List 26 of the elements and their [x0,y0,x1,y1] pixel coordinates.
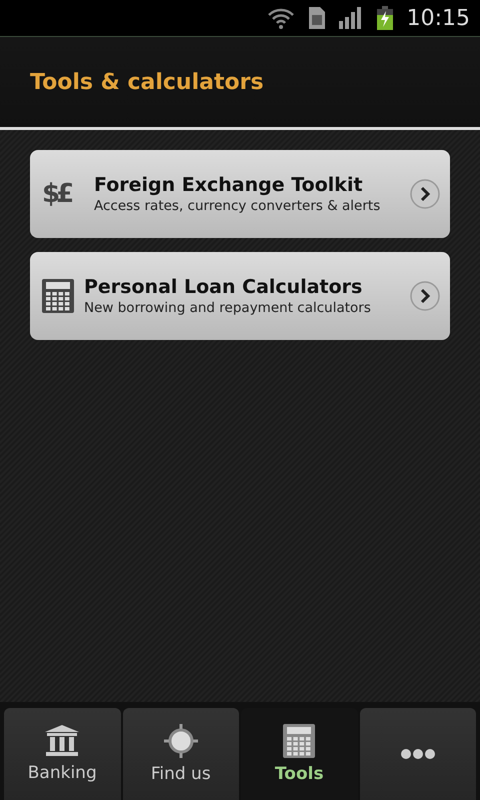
tab-label: Tools [274,764,324,784]
nav-tab[interactable] [360,708,476,800]
tab-label: Banking [28,763,97,783]
bank-icon [45,725,80,757]
tool-card[interactable]: $£ Foreign Exchange Toolkit Access rates, currency converters & alerts [30,150,450,238]
nav-tab[interactable]: Find us [122,708,239,800]
calculator-icon [42,279,74,313]
calculator-icon [283,724,316,758]
location-target-icon [164,724,198,758]
tool-subtitle: Access rates, currency converters & alerts [94,198,382,214]
nav-tab[interactable]: Banking [4,708,120,800]
tool-title: Personal Loan Calculators [84,276,364,298]
more-icon [400,749,435,759]
wifi-icon [266,7,295,29]
chevron-right-icon [410,281,440,311]
tab-label: Find us [150,764,211,784]
tool-subtitle: New borrowing and repayment calculators [84,300,372,316]
currency-icon: $£ [42,179,84,209]
status-time: 10:15 [406,6,470,30]
sim-card-icon [308,7,325,29]
tool-title: Foreign Exchange Toolkit [94,174,364,196]
battery-charging-icon [376,6,393,30]
signal-icon [338,7,363,29]
tool-card[interactable]: Personal Loan Calculators New borrowing and repayment calculators [30,252,450,340]
page-title: Tools & calculators [30,70,264,94]
chevron-right-icon [410,179,440,209]
